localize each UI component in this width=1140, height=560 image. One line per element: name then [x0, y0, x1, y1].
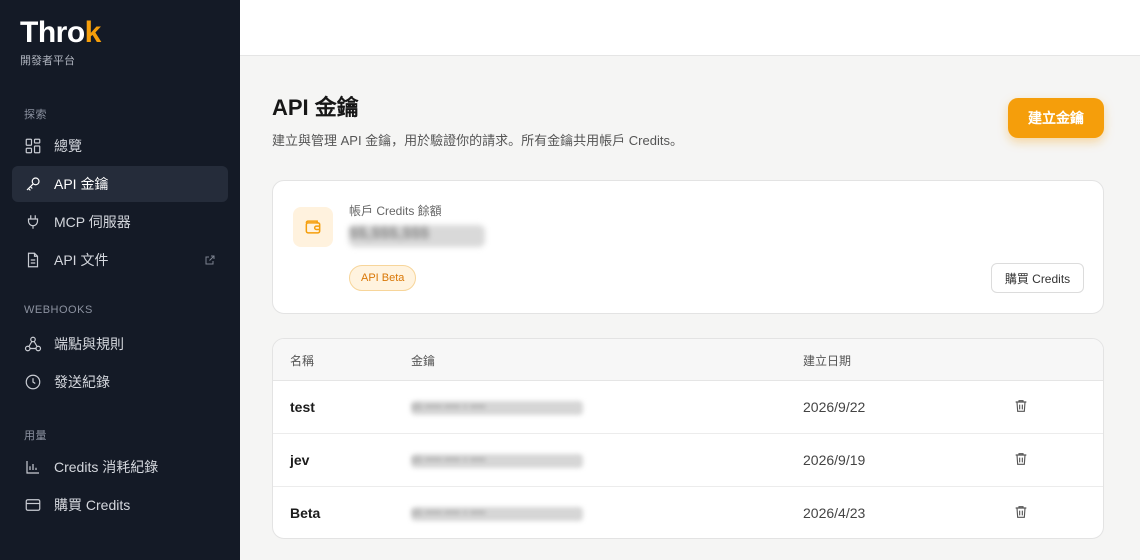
sidebar-item-label: 總覽: [54, 138, 82, 154]
sidebar-item-endpoints[interactable]: 端點與規則: [12, 326, 228, 362]
page-description: 建立與管理 API 金鑰，用於驗證你的請求。所有金鑰共用帳戶 Credits。: [272, 133, 683, 148]
key-name: jev: [290, 452, 310, 468]
masked-key: sk-••••-•••• • ••••: [411, 507, 583, 521]
masked-key: sk-••••-•••• • ••••: [411, 454, 583, 468]
sidebar-item-label: Credits 消耗紀錄: [54, 459, 159, 475]
external-link-icon: [205, 255, 215, 265]
sidebar-item-overview[interactable]: 總覽: [12, 128, 228, 164]
api-beta-badge: API Beta: [349, 265, 417, 291]
table-row: jev sk-••••-•••• • •••• 2026/9/19: [273, 434, 1103, 487]
nav-section-explore: 探索: [24, 109, 47, 121]
key-created-date: 2026/9/19: [803, 452, 866, 468]
top-bar: [240, 0, 1140, 56]
masked-key: sk-••••-•••• • ••••: [411, 401, 583, 415]
nav-section-usage: 用量: [24, 430, 47, 442]
grid-icon: [25, 138, 41, 154]
trash-icon[interactable]: [1013, 504, 1029, 520]
table-row: Beta sk-••••-•••• • •••• 2026/4/23: [273, 487, 1103, 538]
sidebar-item-label: API 文件: [54, 252, 109, 268]
create-key-button[interactable]: 建立金鑰: [1008, 98, 1104, 138]
bar-chart-icon: [26, 461, 39, 474]
api-keys-table: 名稱 金鑰 建立日期 test sk-••••-•••• • •••• 2026…: [272, 338, 1104, 539]
credits-balance-label: 帳戶 Credits 餘額: [349, 204, 442, 218]
sidebar-item-mcp-servers[interactable]: MCP 伺服器: [12, 204, 228, 240]
sidebar-item-label: MCP 伺服器: [54, 214, 131, 230]
sidebar-item-api-keys[interactable]: API 金鑰: [12, 166, 228, 202]
buy-credits-button[interactable]: 購買 Credits: [991, 263, 1084, 293]
sidebar: Throk 開發者平台 探索 總覽 API 金鑰 MCP 伺服器 API 文件 …: [0, 0, 240, 560]
sidebar-item-label: API 金鑰: [54, 176, 109, 192]
brand-subtitle: 開發者平台: [20, 55, 75, 67]
sidebar-item-label: 發送紀錄: [54, 374, 110, 390]
brand-logo[interactable]: Throk: [20, 16, 101, 50]
key-created-date: 2026/4/23: [803, 505, 866, 521]
trash-icon[interactable]: [1013, 398, 1029, 414]
key-name: Beta: [290, 505, 321, 521]
column-header-created: 建立日期: [803, 354, 852, 368]
trash-icon[interactable]: [1013, 451, 1029, 467]
sidebar-item-api-docs[interactable]: API 文件: [12, 242, 228, 278]
sidebar-item-label: 購買 Credits: [54, 497, 131, 513]
wallet-icon-box: [293, 207, 333, 247]
credits-balance-value: $$,$$$,$$$: [349, 225, 485, 247]
credits-card: 帳戶 Credits 餘額 $$,$$$,$$$ API Beta 購買 Cre…: [272, 180, 1104, 314]
brand-logo-accent: k: [84, 16, 102, 49]
document-icon: [27, 252, 39, 268]
sidebar-item-delivery-log[interactable]: 發送紀錄: [12, 364, 228, 400]
column-header-key: 金鑰: [411, 354, 436, 368]
plug-icon: [27, 215, 39, 229]
table-row: test sk-••••-•••• • •••• 2026/9/22: [273, 381, 1103, 434]
key-name: test: [290, 399, 315, 415]
credit-card-icon: [25, 499, 41, 511]
column-header-name: 名稱: [290, 354, 315, 368]
sidebar-item-buy-credits[interactable]: 購買 Credits: [12, 487, 228, 523]
webhook-icon: [24, 336, 42, 352]
nav-section-webhooks: WEBHOOKS: [24, 304, 93, 316]
sidebar-item-label: 端點與規則: [54, 336, 124, 352]
clock-icon: [25, 374, 41, 390]
page-title: API 金鑰: [272, 95, 359, 120]
key-icon: [26, 177, 40, 191]
key-created-date: 2026/9/22: [803, 399, 866, 415]
sidebar-item-credits-usage[interactable]: Credits 消耗紀錄: [12, 449, 228, 485]
table-header: 名稱 金鑰 建立日期: [273, 339, 1103, 381]
wallet-icon: [305, 220, 321, 234]
